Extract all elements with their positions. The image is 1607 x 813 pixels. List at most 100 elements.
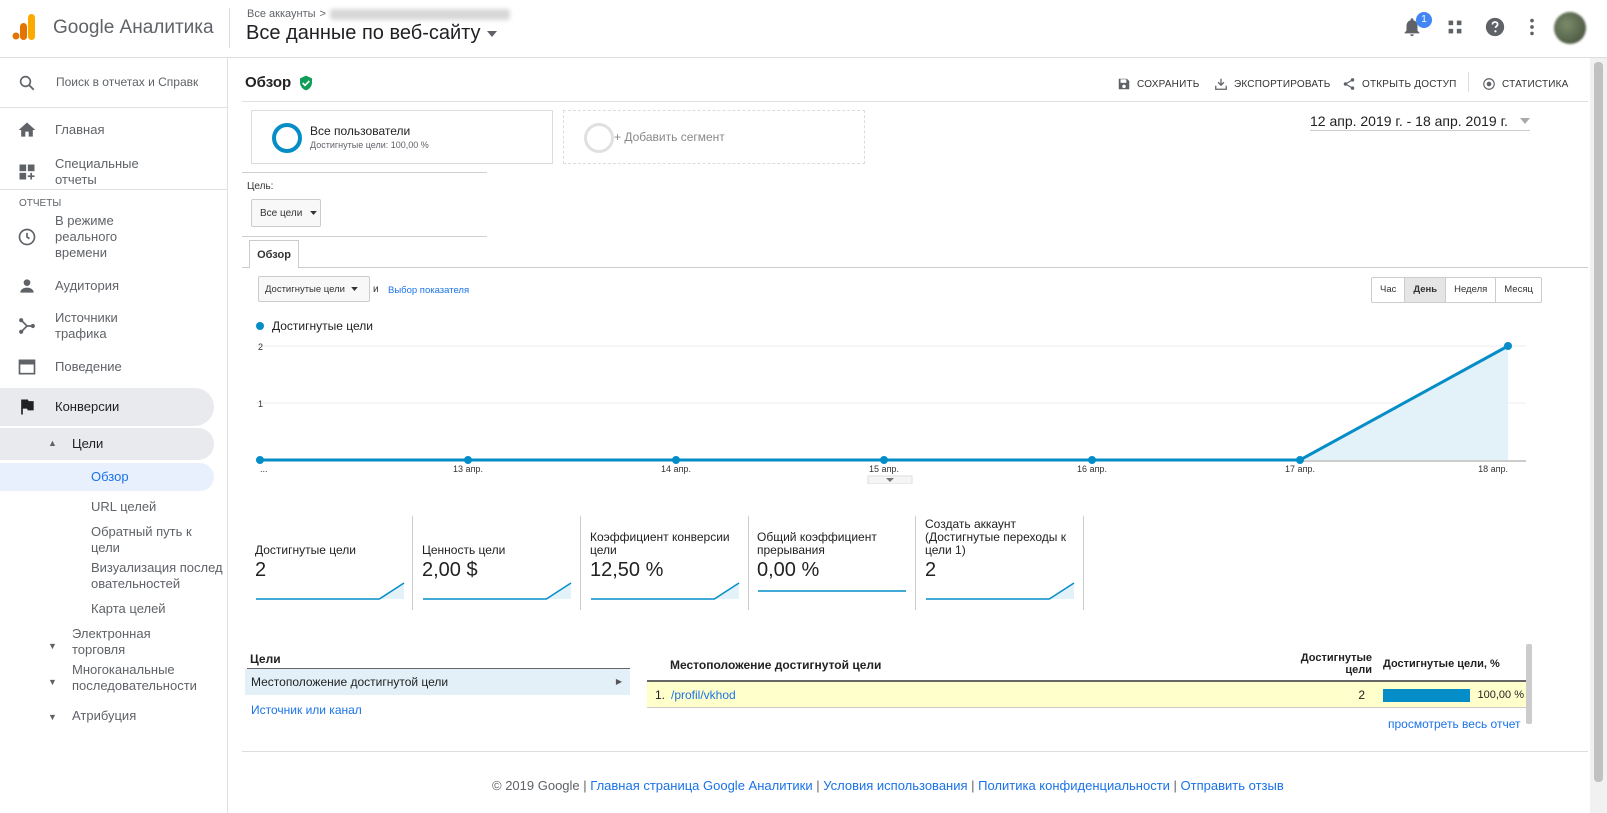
scorecard-divider [1083,516,1084,610]
sidebar-item-behavior[interactable]: Поведение [0,355,214,379]
sparkline-line [591,582,740,600]
metric-select[interactable]: Достигнутые цели [258,276,370,302]
home-icon [18,122,36,137]
scorecard-goal-completions[interactable]: Достигнутые цели 2 [255,516,405,624]
scorecard-title: Достигнутые цели [255,543,356,557]
sidebar-item-goal-flow[interactable]: Карта целей [91,601,166,617]
x-tick-label: 16 апр. [1077,464,1107,474]
insights-button[interactable]: СТАТИСТИКА [1482,77,1569,91]
breadcrumb-root[interactable]: Все аккаунты [247,8,316,20]
breadcrumb[interactable]: Все аккаунты > [247,8,510,20]
goal-dimension-source[interactable]: Источник или канал [251,703,362,717]
apps-grid-icon[interactable] [1444,16,1466,38]
app-logo-text[interactable]: Google Аналитика [53,17,214,39]
sidebar-item-label: Аудитория [55,278,120,293]
sidebar-item-acquisition[interactable]: Источники трафика [0,309,214,343]
scorecard-title: Создать аккаунт (Достигнутые переходы к … [925,517,1067,557]
breadcrumb-separator: > [319,8,326,20]
sidebar-section-reports: ОТЧЕТЫ [19,198,62,209]
verified-shield-icon [300,75,312,91]
blurred-account-name [329,8,510,20]
divider [242,172,487,173]
sidebar-item-goal-urls[interactable]: URL целей [91,499,156,515]
sidebar-item-multichannel[interactable]: Многоканальные последовательности [72,662,222,694]
table-scrollbar[interactable] [1526,644,1532,724]
user-avatar[interactable] [1554,12,1586,44]
export-button[interactable]: ЭКСПОРТИРОВАТЬ [1214,77,1331,91]
footer-link-feedback[interactable]: Отправить отзыв [1181,778,1284,793]
x-tick-label: 13 апр. [453,464,483,474]
period-toggle: Час День Неделя Месяц [1371,277,1542,303]
goal-select-value: Все цели [260,207,303,219]
scorecard-value: 12,50 % [590,559,664,581]
sidebar-item-audience[interactable]: Аудитория [0,274,214,298]
goal-select[interactable]: Все цели [251,199,321,227]
tab-baseline [242,267,1588,268]
data-point [1504,342,1512,350]
sidebar-search[interactable]: Поиск в отчетах и Справке [0,58,227,108]
sidebar-item-reverse-goal-path[interactable]: Обратный путь к цели [91,524,201,556]
sparkline-line [926,582,1075,600]
tab-overview[interactable]: Обзор [249,240,299,268]
row-path-link[interactable]: /profil/vkhod [671,682,736,708]
browser-window-icon [18,359,36,375]
caret-down-icon [486,30,497,37]
sidebar-item-custom-reports[interactable]: Специальные отчеты [0,155,214,189]
sidebar-item-goals-overview[interactable]: Обзор [0,463,214,491]
choose-metric-link[interactable]: Выбор показателя [388,285,469,296]
more-vert-icon[interactable] [1521,16,1543,38]
chevron-right-icon: ▶ [615,677,622,686]
segment-all-users[interactable]: Все пользователи Достигнутые цели: 100,0… [251,110,553,164]
data-point [880,456,888,464]
help-icon[interactable] [1484,16,1506,38]
legend-swatch [256,322,264,330]
period-day[interactable]: День [1405,278,1447,302]
caret-down-icon: ▼ [48,641,57,651]
period-week[interactable]: Неделя [1446,278,1497,302]
sidebar-item-label: Специальные отчеты [55,156,139,187]
view-full-report-link[interactable]: просмотреть весь отчет [1388,717,1520,731]
search-icon [19,75,35,91]
search-input[interactable]: Поиск в отчетах и Справке [56,75,198,89]
analytics-logo-icon[interactable] [12,14,36,40]
report-table-header: Местоположение достигнутой цели Достигну… [647,648,1527,682]
scorecard-value: 2,00 $ [422,559,478,581]
date-range-picker[interactable]: 12 апр. 2019 г. - 18 апр. 2019 г. [1310,111,1530,131]
scorecard-conversion-rate[interactable]: Коэффициент конверсии цели 12,50 % [590,516,740,624]
sidebar-item-realtime[interactable]: В режиме реального времени [0,212,214,262]
dashboard-plus-icon [19,164,35,180]
caret-down-icon [310,211,318,215]
chart-legend: Достигнутые цели [256,319,373,333]
scorecard-create-account[interactable]: Создать аккаунт (Достигнутые переходы к … [925,516,1075,624]
sidebar-item-ecommerce[interactable]: Электронная торговля [72,626,172,658]
save-button[interactable]: СОХРАНИТЬ [1117,77,1200,91]
add-segment-button[interactable]: + Добавить сегмент [563,110,865,164]
sidebar-item-home[interactable]: Главная [0,118,214,142]
share-button[interactable]: ОТКРЫТЬ ДОСТУП [1342,77,1457,91]
top-bar: Google Аналитика Все аккаунты > Все данн… [0,0,1607,58]
scorecard-abandonment-rate[interactable]: Общий коэффициент прерывания 0,00 % [757,516,907,624]
scorecard-title: Коэффициент конверсии цели [590,530,730,557]
sidebar-item-funnel-visualization[interactable]: Визуализация последовательностей [91,560,226,592]
segment-color-ring [272,123,302,153]
page-scrollbar-thumb[interactable] [1594,62,1603,782]
data-point [464,456,472,464]
period-month[interactable]: Месяц [1496,278,1541,302]
x-tick-label: 17 апр. [1285,464,1315,474]
scorecard-goal-value[interactable]: Ценность цели 2,00 $ [422,516,572,624]
page-title: Обзор [245,74,292,91]
view-selector[interactable]: Все данные по веб-сайту [246,22,497,45]
sidebar-item-goals[interactable]: ▲ Цели [0,428,214,460]
sidebar-item-label: Обзор [91,469,129,484]
row-index: 1. [655,688,666,702]
sidebar-item-conversions[interactable]: Конверсии [0,388,214,426]
page-scrollbar[interactable] [1590,58,1607,813]
footer-link-home[interactable]: Главная страница Google Аналитики [590,778,812,793]
footer-link-terms[interactable]: Условия использования [823,778,967,793]
goal-dimension-selected[interactable]: Местоположение достигнутой цели ▶ [245,669,630,695]
save-label: СОХРАНИТЬ [1137,78,1200,90]
sidebar-item-attribution[interactable]: Атрибуция [72,708,136,724]
footer-link-privacy[interactable]: Политика конфиденциальности [978,778,1170,793]
period-hour[interactable]: Час [1372,278,1406,302]
x-tick-label: 15 апр. [869,464,899,474]
